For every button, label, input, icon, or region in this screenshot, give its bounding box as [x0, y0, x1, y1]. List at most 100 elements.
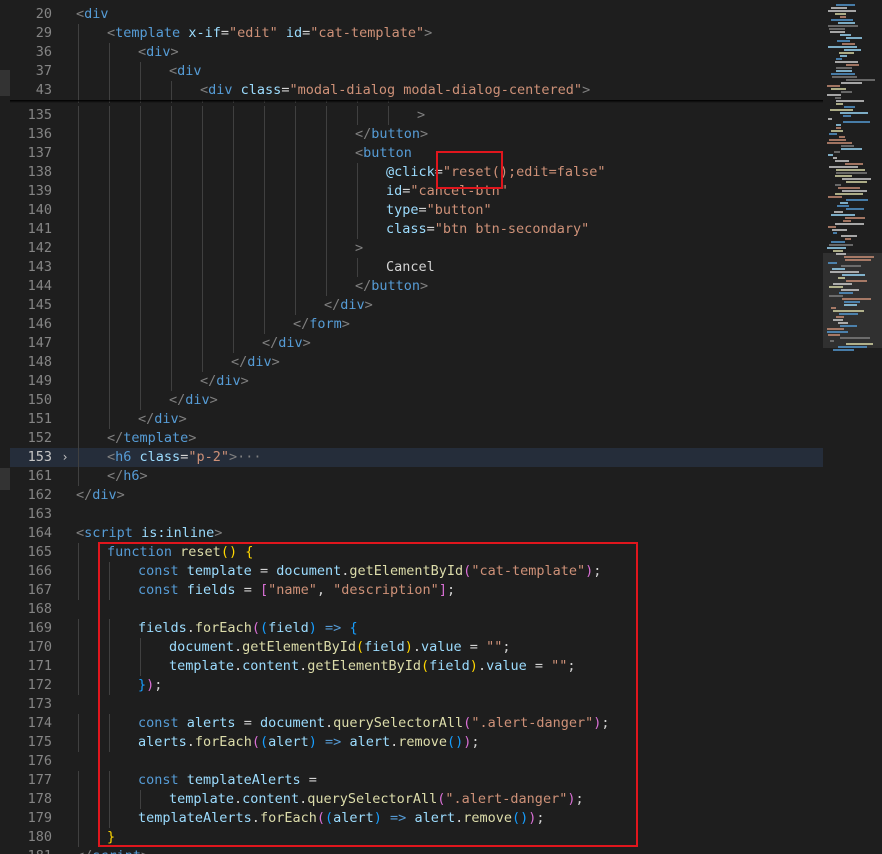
indent-guide — [233, 144, 234, 163]
minimap-line — [844, 256, 874, 258]
minimap-line — [836, 172, 867, 174]
code-token: </ — [169, 392, 186, 408]
indent-guide — [202, 353, 203, 372]
indent-guide — [264, 163, 265, 182]
minimap-line — [833, 310, 864, 312]
code-line[interactable]: 142 > — [10, 239, 823, 258]
minimap-line — [834, 211, 843, 213]
indent-guide — [78, 315, 79, 334]
indent-guide — [109, 372, 110, 391]
minimap-line — [837, 205, 849, 207]
code-token: div — [154, 411, 179, 427]
line-number: 175 — [27, 734, 52, 750]
minimap-line — [836, 100, 864, 102]
indent-guide — [78, 429, 79, 448]
code-line[interactable]: 153 › <h6 class="p-2">··· — [10, 448, 823, 467]
fold-chevron-icon[interactable]: › — [58, 448, 72, 467]
line-number: 143 — [27, 259, 52, 275]
indent-guide — [326, 220, 327, 239]
indent-guide — [78, 619, 79, 638]
line-number: 176 — [27, 753, 52, 769]
minimap[interactable] — [823, 0, 882, 854]
sticky-scroll-header[interactable]: 20 <div 29 <template x-if="edit" id="cat-te… — [10, 0, 823, 100]
code-line[interactable]: 181 </script> — [10, 847, 823, 854]
code-line[interactable]: 164 <script is:inline> — [10, 524, 823, 543]
code-text: class="btn btn-secondary" — [386, 220, 589, 239]
indent-guide — [140, 315, 141, 334]
indent-guide — [140, 372, 141, 391]
indent-guide — [140, 239, 141, 258]
code-text: <script is:inline> — [76, 524, 222, 543]
code-line[interactable]: 137 <button — [10, 144, 823, 163]
line-number: 168 — [27, 601, 52, 617]
code-line[interactable]: 141 class="btn btn-secondary" — [10, 220, 823, 239]
line-number: 152 — [27, 430, 52, 446]
line-number: 170 — [27, 639, 52, 655]
indent-guide — [233, 277, 234, 296]
indent-guide — [264, 144, 265, 163]
code-line[interactable]: 139 id="cancel-btn" — [10, 182, 823, 201]
indent-guide — [326, 277, 327, 296]
code-line[interactable]: 140 type="button" — [10, 201, 823, 220]
code-line[interactable]: 145 </div> — [10, 296, 823, 315]
code-token: x-if — [188, 25, 221, 41]
minimap-line — [836, 58, 842, 60]
code-line[interactable]: 161 </h6> — [10, 467, 823, 486]
code-line[interactable]: 36 <div> — [10, 43, 823, 62]
code-token: template — [123, 430, 189, 446]
code-token: > — [116, 487, 125, 503]
code-line[interactable]: 150 </div> — [10, 391, 823, 410]
code-line[interactable]: 135 > — [10, 106, 823, 125]
code-line[interactable]: 149 </div> — [10, 372, 823, 391]
code-line[interactable]: 144 </button> — [10, 277, 823, 296]
minimap-line — [833, 349, 854, 351]
indent-guide — [78, 220, 79, 239]
code-line[interactable]: 43 <div class="modal-dialog modal-dialog-… — [10, 81, 823, 100]
line-number: 136 — [27, 126, 52, 142]
minimap-line — [829, 295, 843, 297]
code-token: "cat-template" — [310, 25, 425, 41]
indent-guide — [78, 296, 79, 315]
code-line[interactable]: 148 </div> — [10, 353, 823, 372]
code-token: > — [582, 82, 591, 98]
code-text: <div> — [138, 43, 179, 62]
code-token: div — [84, 6, 109, 22]
code-line[interactable]: 146 </form> — [10, 315, 823, 334]
indent-guide — [109, 81, 110, 100]
code-text: </template> — [107, 429, 196, 448]
minimap-line — [842, 298, 871, 300]
code-token: id — [386, 183, 403, 199]
line-number: 164 — [27, 525, 52, 541]
minimap-line — [831, 130, 843, 132]
code-line[interactable]: 143 Cancel — [10, 258, 823, 277]
code-text: </div> — [76, 486, 125, 505]
code-line[interactable]: 151 </div> — [10, 410, 823, 429]
code-line[interactable]: 162 </div> — [10, 486, 823, 505]
minimap-line — [843, 115, 851, 117]
indent-guide — [202, 239, 203, 258]
indent-guide — [326, 144, 327, 163]
indent-guide — [326, 125, 327, 144]
minimap-line — [842, 190, 867, 192]
indent-guide — [202, 144, 203, 163]
line-number: 180 — [27, 829, 52, 845]
code-line[interactable]: 138 @click="reset();edit=false" — [10, 163, 823, 182]
code-line[interactable]: 163 — [10, 505, 823, 524]
minimap-line — [836, 67, 852, 69]
code-line[interactable]: 152 </template> — [10, 429, 823, 448]
indent-guide — [171, 372, 172, 391]
code-line[interactable]: 29 <template x-if="edit" id="cat-template… — [10, 24, 823, 43]
code-line[interactable]: 136 </button> — [10, 125, 823, 144]
line-number: 179 — [27, 810, 52, 826]
code-line[interactable]: 20 <div — [10, 5, 823, 24]
indent-guide — [264, 258, 265, 277]
line-number: 169 — [27, 620, 52, 636]
code-token: "modal-dialog modal-dialog-centered" — [289, 82, 583, 98]
indent-guide — [264, 315, 265, 334]
code-token: > — [188, 430, 197, 446]
code-line[interactable]: 37 <div — [10, 62, 823, 81]
code-line[interactable]: 147 </div> — [10, 334, 823, 353]
minimap-line — [846, 343, 873, 345]
indent-guide — [171, 106, 172, 125]
line-number: 29 — [35, 25, 52, 41]
